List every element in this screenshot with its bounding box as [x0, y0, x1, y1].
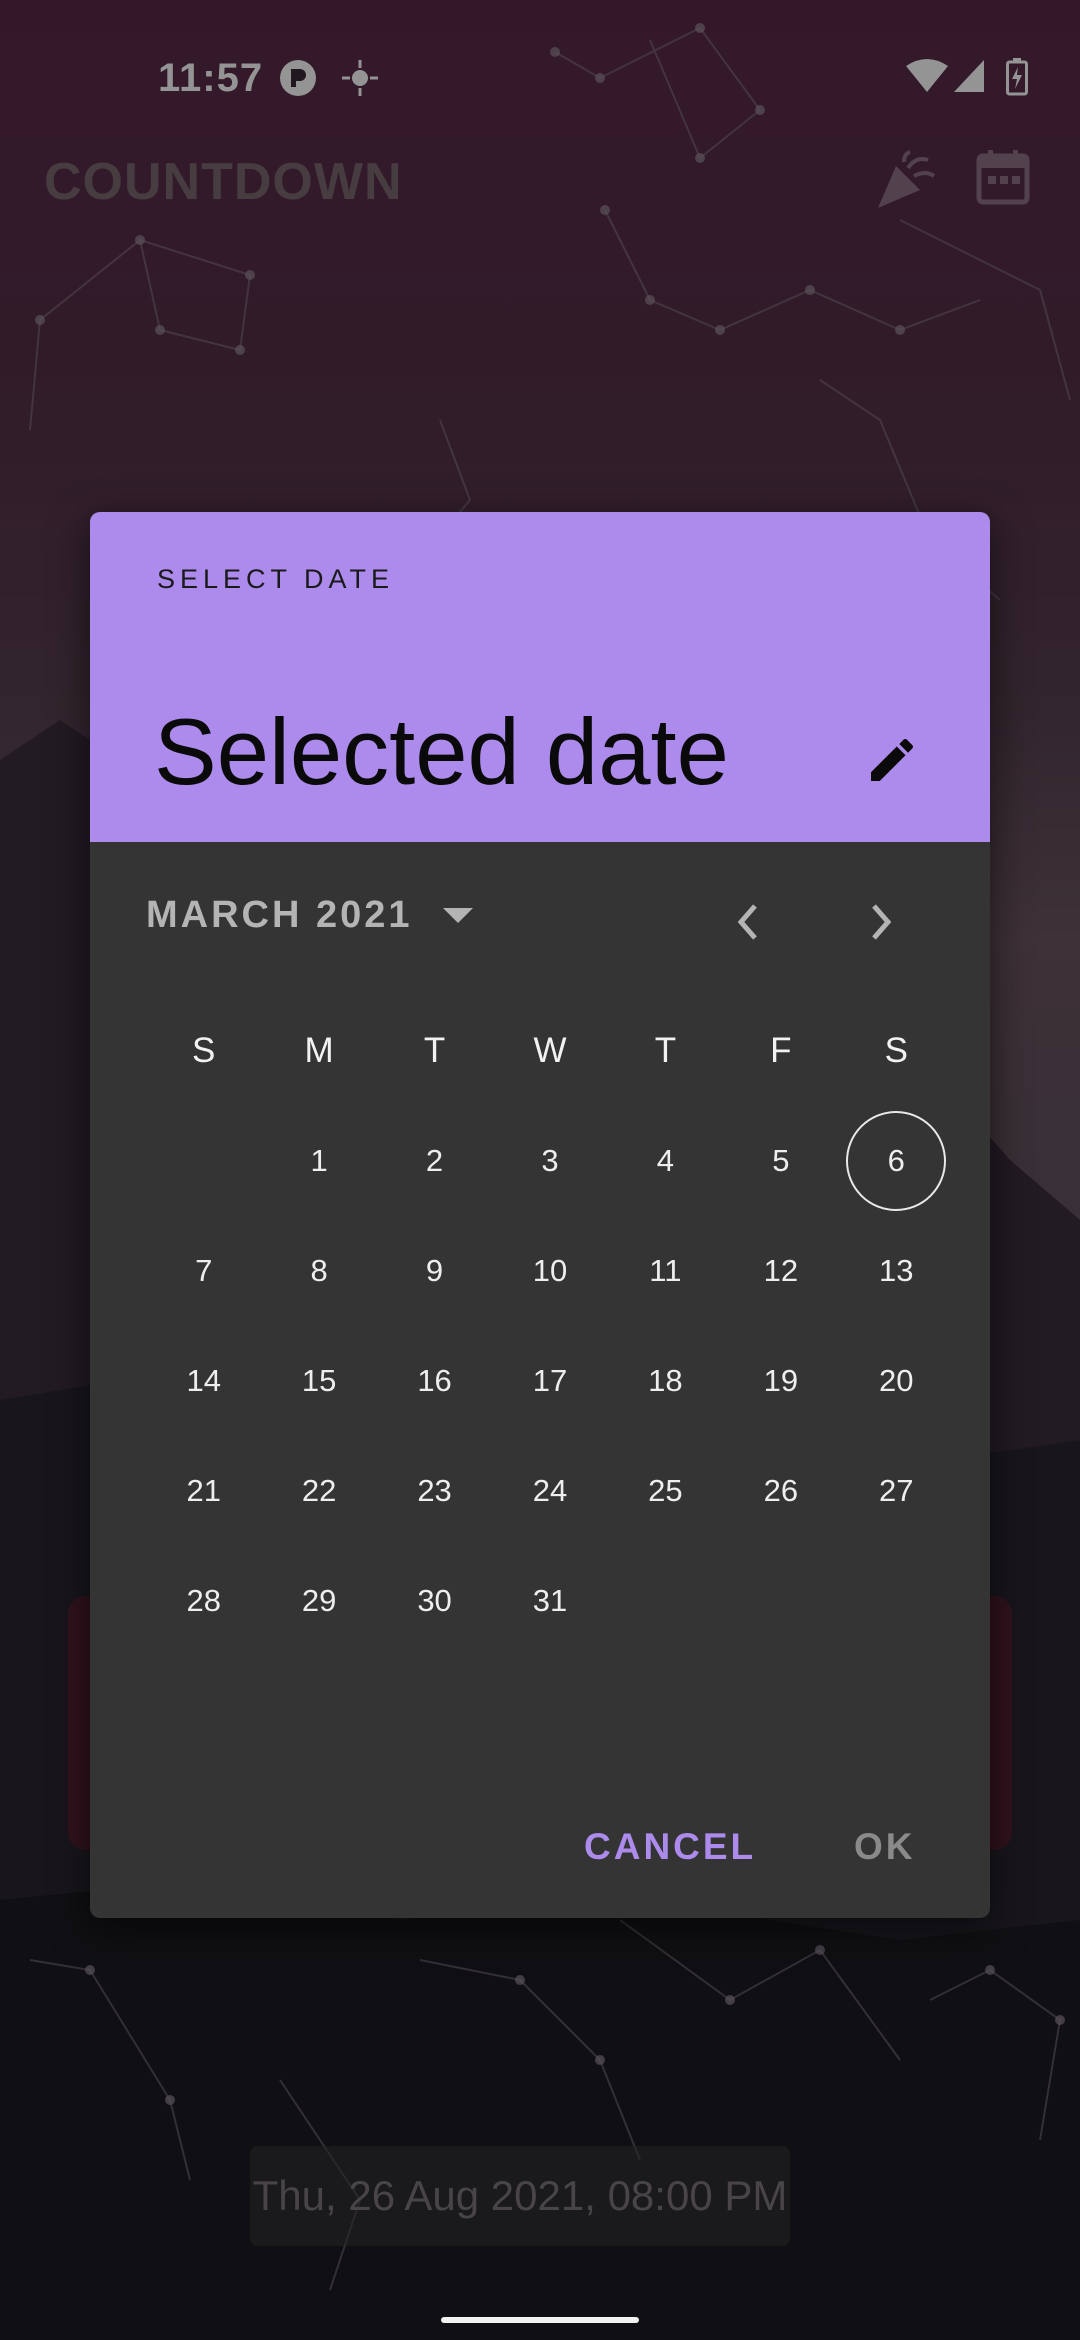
- calendar-grid: S M T W T F S 1 2 3 4 5 6 7 8 9 10 11 12…: [146, 996, 954, 1656]
- today-indicator: 6: [846, 1111, 947, 1211]
- weekday-header: F: [770, 1031, 792, 1070]
- day-cell[interactable]: 31: [492, 1546, 607, 1656]
- month-year-label: MARCH 2021: [146, 894, 413, 936]
- day-cell[interactable]: 14: [146, 1326, 261, 1436]
- day-cell[interactable]: 22: [261, 1436, 376, 1546]
- day-cell[interactable]: 15: [261, 1326, 376, 1436]
- week-row: 1 2 3 4 5 6: [146, 1106, 954, 1216]
- weekday-header: S: [884, 1031, 908, 1070]
- chevron-right-icon: [872, 904, 892, 940]
- pencil-icon: [871, 738, 914, 781]
- day-cell[interactable]: 7: [146, 1216, 261, 1326]
- day-cell[interactable]: 8: [261, 1216, 376, 1326]
- day-cell-empty: [146, 1106, 261, 1216]
- day-cell[interactable]: 28: [146, 1546, 261, 1656]
- day-cell[interactable]: 10: [492, 1216, 607, 1326]
- month-navigation: MARCH 2021: [90, 842, 990, 1002]
- day-cell[interactable]: 24: [492, 1436, 607, 1546]
- previous-month-button[interactable]: [708, 882, 788, 962]
- day-cell[interactable]: 21: [146, 1436, 261, 1546]
- week-row: 21 22 23 24 25 26 27: [146, 1436, 954, 1546]
- week-row: 14 15 16 17 18 19 20: [146, 1326, 954, 1436]
- day-cell[interactable]: 25: [608, 1436, 723, 1546]
- home-indicator[interactable]: [441, 2317, 639, 2323]
- date-picker-dialog: SELECT DATE Selected date MARCH 2021 S M…: [90, 512, 990, 1918]
- weekday-header: S: [192, 1031, 216, 1070]
- day-cell[interactable]: 5: [723, 1106, 838, 1216]
- day-cell[interactable]: 19: [723, 1326, 838, 1436]
- day-cell[interactable]: 11: [608, 1216, 723, 1326]
- next-month-button[interactable]: [841, 882, 921, 962]
- day-cell-empty: [839, 1546, 954, 1656]
- cancel-button[interactable]: CANCEL: [584, 1802, 756, 1892]
- weekday-header: T: [654, 1031, 677, 1070]
- weekday-header: T: [423, 1031, 446, 1070]
- day-cell[interactable]: 18: [608, 1326, 723, 1436]
- day-cell[interactable]: 9: [377, 1216, 492, 1326]
- day-cell[interactable]: 1: [261, 1106, 376, 1216]
- dialog-label: SELECT DATE: [157, 564, 395, 594]
- day-cell[interactable]: 4: [608, 1106, 723, 1216]
- month-year-dropdown[interactable]: MARCH 2021: [146, 894, 473, 937]
- dialog-actions: CANCEL OK: [90, 1802, 990, 1912]
- day-cell[interactable]: 29: [261, 1546, 376, 1656]
- day-cell[interactable]: 23: [377, 1436, 492, 1546]
- day-cell[interactable]: 20: [839, 1326, 954, 1436]
- day-cell-today[interactable]: 6: [839, 1106, 954, 1216]
- day-cell[interactable]: 13: [839, 1216, 954, 1326]
- day-cell[interactable]: 2: [377, 1106, 492, 1216]
- chevron-left-icon: [737, 904, 757, 940]
- edit-date-button[interactable]: [852, 720, 932, 800]
- week-row: 7 8 9 10 11 12 13: [146, 1216, 954, 1326]
- day-cell-empty: [608, 1546, 723, 1656]
- weekday-header: M: [304, 1031, 334, 1070]
- dialog-header: SELECT DATE Selected date: [90, 512, 990, 842]
- day-cell[interactable]: 17: [492, 1326, 607, 1436]
- selected-date-headline: Selected date: [154, 699, 729, 804]
- week-row: 28 29 30 31: [146, 1546, 954, 1656]
- day-cell[interactable]: 3: [492, 1106, 607, 1216]
- weekday-header-row: S M T W T F S: [146, 996, 954, 1106]
- ok-button[interactable]: OK: [854, 1802, 916, 1892]
- weekday-header: W: [533, 1031, 567, 1070]
- day-cell[interactable]: 30: [377, 1546, 492, 1656]
- day-cell[interactable]: 12: [723, 1216, 838, 1326]
- day-cell-empty: [723, 1546, 838, 1656]
- caret-down-icon: [442, 907, 473, 923]
- day-cell[interactable]: 26: [723, 1436, 838, 1546]
- day-cell[interactable]: 16: [377, 1326, 492, 1436]
- day-cell[interactable]: 27: [839, 1436, 954, 1546]
